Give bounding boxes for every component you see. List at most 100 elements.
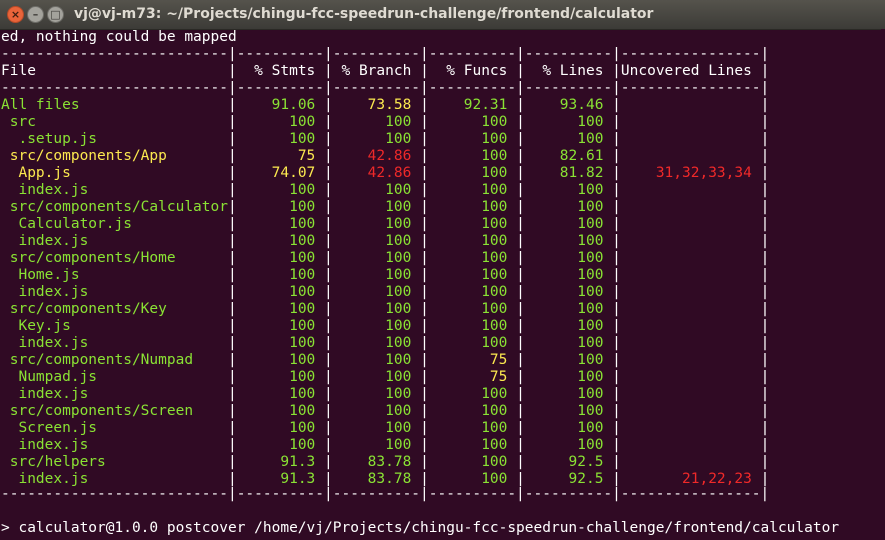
coverage-row: Screen.js | 100 | 100 | 100 | 100 | |	[1, 420, 770, 436]
coverage-uncovered-lines	[621, 250, 761, 266]
table-header-row: File | % Stmts | % Branch | % Funcs | % …	[1, 63, 770, 79]
coverage-uncovered-lines	[621, 284, 761, 300]
coverage-funcs: 100	[428, 148, 517, 164]
maximize-window-button[interactable]: □	[47, 6, 64, 23]
coverage-uncovered-lines	[621, 454, 761, 470]
coverage-branch: 100	[332, 199, 421, 215]
coverage-uncovered-lines	[621, 182, 761, 198]
coverage-stmts: 100	[236, 284, 325, 300]
coverage-row: Home.js | 100 | 100 | 100 | 100 | |	[1, 267, 770, 283]
coverage-row: index.js | 100 | 100 | 100 | 100 | |	[1, 437, 770, 453]
coverage-lines: 100	[524, 284, 613, 300]
coverage-branch: 100	[332, 182, 421, 198]
header-file: File	[1, 63, 228, 79]
coverage-row: src | 100 | 100 | 100 | 100 | |	[1, 114, 770, 130]
coverage-stmts: 100	[236, 233, 325, 249]
coverage-file: Calculator.js	[1, 216, 228, 232]
coverage-branch: 100	[332, 437, 421, 453]
coverage-uncovered-lines	[621, 114, 761, 130]
coverage-uncovered-lines	[621, 437, 761, 453]
window-titlebar[interactable]: × – □ vj@vj-m73: ~/Projects/chingu-fcc-s…	[0, 0, 885, 30]
coverage-uncovered-lines	[621, 420, 761, 436]
coverage-lines: 100	[524, 369, 613, 385]
coverage-funcs: 100	[428, 301, 517, 317]
coverage-funcs: 100	[428, 335, 517, 351]
coverage-file: index.js	[1, 335, 228, 351]
coverage-branch: 100	[332, 233, 421, 249]
coverage-file: src/components/Numpad	[1, 352, 228, 368]
coverage-stmts: 100	[236, 420, 325, 436]
coverage-funcs: 100	[428, 471, 517, 487]
coverage-branch: 100	[332, 114, 421, 130]
coverage-lines: 100	[524, 216, 613, 232]
coverage-stmts: 100	[236, 369, 325, 385]
coverage-lines: 81.82	[524, 165, 613, 181]
coverage-file: index.js	[1, 471, 228, 487]
coverage-stmts: 100	[236, 437, 325, 453]
coverage-branch: 100	[332, 403, 421, 419]
coverage-uncovered-lines	[621, 369, 761, 385]
coverage-file: App.js	[1, 165, 228, 181]
coverage-row: src/components/Key | 100 | 100 | 100 | 1…	[1, 301, 770, 317]
coverage-row: src/helpers | 91.3 | 83.78 | 100 | 92.5 …	[1, 454, 770, 470]
coverage-funcs: 100	[428, 420, 517, 436]
coverage-branch: 100	[332, 386, 421, 402]
header-stmts: % Stmts	[236, 63, 325, 79]
coverage-branch: 100	[332, 318, 421, 334]
coverage-uncovered-lines	[621, 199, 761, 215]
coverage-file: src/components/App	[1, 148, 228, 164]
close-window-button[interactable]: ×	[7, 6, 24, 23]
coverage-file: src/components/Home	[1, 250, 228, 266]
coverage-funcs: 75	[428, 352, 517, 368]
coverage-stmts: 91.3	[236, 471, 325, 487]
coverage-lines: 100	[524, 301, 613, 317]
coverage-lines: 100	[524, 335, 613, 351]
table-separator-header: --------------------------|----------|--…	[1, 80, 770, 96]
table-separator-bottom: --------------------------|----------|--…	[1, 486, 770, 502]
coverage-row: index.js | 100 | 100 | 100 | 100 | |	[1, 182, 770, 198]
coverage-lines: 100	[524, 250, 613, 266]
npm-script-prompt-line: > calculator@1.0.0 postcover /home/vj/Pr…	[1, 520, 840, 536]
coverage-row: index.js | 100 | 100 | 100 | 100 | |	[1, 335, 770, 351]
minimize-window-button[interactable]: –	[27, 6, 44, 23]
coverage-row: src/components/Screen | 100 | 100 | 100 …	[1, 403, 770, 419]
terminal-scrollbar[interactable]	[881, 29, 885, 540]
coverage-funcs: 100	[428, 165, 517, 181]
coverage-row: Key.js | 100 | 100 | 100 | 100 | |	[1, 318, 770, 334]
coverage-row: index.js | 100 | 100 | 100 | 100 | |	[1, 284, 770, 300]
coverage-funcs: 100	[428, 437, 517, 453]
coverage-stmts: 100	[236, 267, 325, 283]
coverage-stmts: 75	[236, 148, 325, 164]
coverage-row: index.js | 100 | 100 | 100 | 100 | |	[1, 386, 770, 402]
coverage-file: index.js	[1, 284, 228, 300]
coverage-lines: 82.61	[524, 148, 613, 164]
coverage-funcs: 92.31	[428, 97, 517, 113]
coverage-funcs: 75	[428, 369, 517, 385]
coverage-branch: 42.86	[332, 165, 421, 181]
coverage-stmts: 100	[236, 182, 325, 198]
coverage-uncovered-lines: 31,32,33,34	[620, 165, 761, 181]
coverage-file: Screen.js	[1, 420, 228, 436]
coverage-file: Home.js	[1, 267, 228, 283]
coverage-uncovered-lines	[621, 97, 761, 113]
coverage-lines: 92.5	[524, 471, 613, 487]
coverage-file: src/helpers	[1, 454, 228, 470]
coverage-branch: 100	[332, 335, 421, 351]
coverage-file: src/components/Calculator	[1, 199, 228, 215]
coverage-lines: 92.5	[524, 454, 613, 470]
coverage-stmts: 100	[236, 199, 325, 215]
window-title: vj@vj-m73: ~/Projects/chingu-fcc-speedru…	[74, 6, 654, 22]
coverage-branch: 100	[332, 301, 421, 317]
coverage-branch: 83.78	[332, 471, 421, 487]
coverage-uncovered-lines	[621, 352, 761, 368]
coverage-file: index.js	[1, 386, 228, 402]
terminal-output[interactable]: ed, nothing could be mapped ------------…	[0, 29, 885, 540]
coverage-funcs: 100	[428, 318, 517, 334]
coverage-funcs: 100	[428, 267, 517, 283]
coverage-uncovered-lines	[621, 386, 761, 402]
coverage-funcs: 100	[428, 182, 517, 198]
coverage-uncovered-lines	[621, 335, 761, 351]
coverage-file: index.js	[1, 182, 228, 198]
coverage-funcs: 100	[428, 216, 517, 232]
coverage-row: src/components/Calculator| 100 | 100 | 1…	[1, 199, 770, 215]
